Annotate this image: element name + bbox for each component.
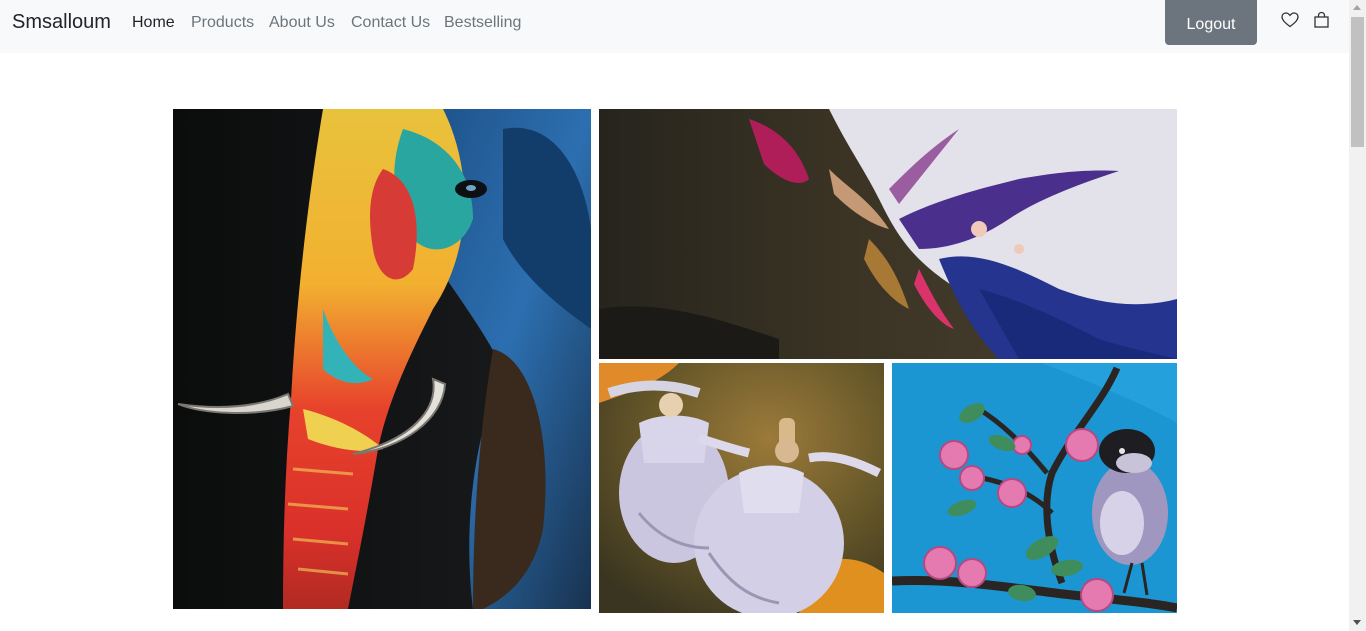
brand-logo[interactable]: Smsalloum	[12, 11, 111, 34]
dervish-painting-image[interactable]	[599, 363, 884, 613]
navbar: Smsalloum Home Products About Us Contact…	[0, 0, 1349, 53]
page-scrollbar[interactable]	[1349, 0, 1366, 631]
logout-button[interactable]: Logout	[1165, 0, 1257, 45]
nav-link-home[interactable]: Home	[132, 14, 175, 32]
elephant-painting-image[interactable]	[173, 109, 591, 609]
heart-icon[interactable]	[1280, 10, 1300, 30]
nav-link-about-us[interactable]: About Us	[269, 14, 335, 32]
scroll-up-arrow-icon[interactable]	[1353, 5, 1361, 10]
nav-link-products[interactable]: Products	[191, 14, 254, 32]
nav-link-contact-us[interactable]: Contact Us	[351, 14, 430, 32]
scroll-thumb[interactable]	[1351, 17, 1364, 147]
bird-painting-image[interactable]	[892, 363, 1177, 613]
scroll-down-arrow-icon[interactable]	[1353, 620, 1361, 625]
page: Smsalloum Home Products About Us Contact…	[0, 0, 1366, 631]
nav-link-bestselling[interactable]: Bestselling	[444, 14, 521, 32]
shopping-bag-icon[interactable]	[1312, 10, 1332, 30]
abstract-painting-image[interactable]	[599, 109, 1177, 359]
